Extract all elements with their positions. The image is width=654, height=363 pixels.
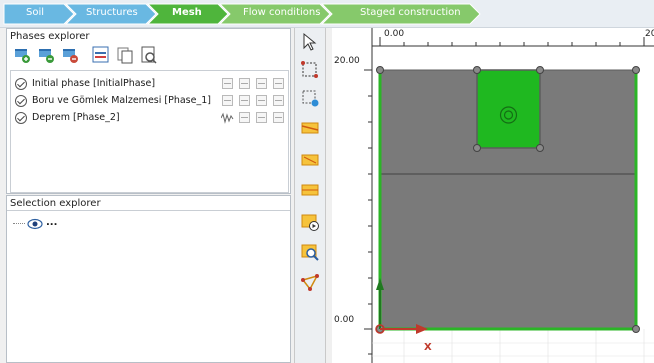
- coarsen-mesh-icon[interactable]: [300, 150, 320, 170]
- phase-row-initial[interactable]: Initial phase [InitialPhase]: [15, 78, 285, 92]
- x-axis-label: X: [424, 342, 432, 353]
- selection-explorer-panel: Selection explorer ...: [6, 195, 291, 363]
- selection-root-label: ...: [46, 217, 58, 228]
- phase-thermal-icon: [273, 78, 284, 89]
- left-ruler-label-0: 0.00: [334, 315, 355, 325]
- phase-pore-pressure-icon: [256, 95, 267, 106]
- phase-loading-type-icon: [239, 112, 250, 123]
- insert-phase-icon[interactable]: [37, 45, 57, 65]
- model-drawing: [332, 28, 654, 363]
- top-ruler-label-20: 20: [645, 29, 654, 39]
- left-ruler-ticks: [364, 69, 372, 355]
- select-arrow-icon[interactable]: [300, 32, 320, 52]
- copy-phase-icon[interactable]: [115, 45, 135, 65]
- generate-mesh-icon[interactable]: [300, 212, 320, 232]
- phase-label: Boru ve Gömlek Malzemesi [Phase_1]: [32, 95, 211, 106]
- phases-explorer-title: Phases explorer: [10, 31, 90, 42]
- divider: [7, 210, 290, 211]
- tree-connector: [13, 223, 25, 224]
- phase-settings-icon[interactable]: [139, 45, 159, 65]
- tab-flow-conditions[interactable]: Flow conditions: [243, 7, 320, 18]
- phase-pore-pressure-icon: [256, 112, 267, 123]
- delete-phase-icon[interactable]: [61, 45, 81, 65]
- eye-icon[interactable]: [27, 218, 43, 230]
- phase-row-phase-2[interactable]: Deprem [Phase_2]: [15, 112, 285, 126]
- phase-thermal-icon: [273, 112, 284, 123]
- view-mesh-icon[interactable]: [300, 242, 320, 262]
- structure-block[interactable]: [476, 69, 541, 149]
- phases-explorer-panel: Phases explorer Initial phase [InitialPh…: [6, 28, 291, 194]
- mesh-tool-strip: [294, 28, 326, 363]
- model-canvas[interactable]: 0.00 20 20.00 0.00 X: [332, 28, 654, 363]
- phase-label: Initial phase [InitialPhase]: [32, 78, 156, 89]
- tab-staged-construction[interactable]: Staged construction: [360, 7, 461, 18]
- phase-calc-type-icon: [222, 95, 233, 106]
- tab-mesh[interactable]: Mesh: [172, 7, 202, 18]
- phase-label: Deprem [Phase_2]: [32, 112, 120, 123]
- phase-check-icon: [15, 95, 27, 107]
- tab-structures[interactable]: Structures: [86, 7, 138, 18]
- select-points-for-curves-icon[interactable]: [300, 272, 320, 292]
- phase-row-phase-1[interactable]: Boru ve Gömlek Malzemesi [Phase_1]: [15, 95, 285, 109]
- phase-thermal-icon: [273, 95, 284, 106]
- select-rectangle-icon[interactable]: [300, 60, 320, 80]
- background-grid: [372, 329, 654, 363]
- refine-mesh-icon[interactable]: [300, 88, 320, 108]
- reset-refinement-icon[interactable]: [300, 180, 320, 200]
- phase-calc-type-icon: [222, 78, 233, 89]
- tab-soil[interactable]: Soil: [26, 7, 44, 18]
- mode-tab-bar: Soil Structures Mesh Flow conditions Sta…: [0, 0, 654, 28]
- add-phase-icon[interactable]: [13, 45, 33, 65]
- phase-check-icon: [15, 78, 27, 90]
- top-ruler-label-0: 0.00: [384, 29, 405, 39]
- refine-line-icon[interactable]: [300, 118, 320, 138]
- dynamic-analysis-icon: [221, 112, 234, 124]
- phase-loading-type-icon: [239, 95, 250, 106]
- edit-phase-icon[interactable]: [91, 45, 111, 65]
- phase-pore-pressure-icon: [256, 78, 267, 89]
- phase-check-icon: [15, 112, 27, 124]
- phase-loading-type-icon: [239, 78, 250, 89]
- left-ruler-label-20: 20.00: [334, 56, 360, 66]
- phases-tree: Initial phase [InitialPhase] Boru ve Göm…: [10, 70, 289, 193]
- selection-explorer-title: Selection explorer: [10, 198, 101, 209]
